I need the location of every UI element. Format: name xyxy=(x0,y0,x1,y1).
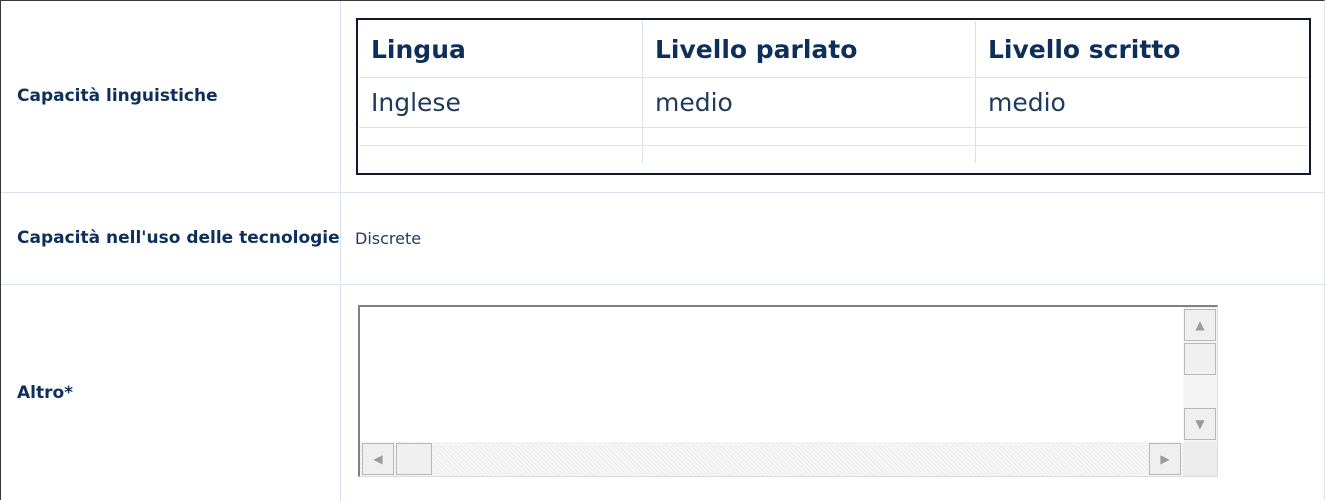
table-row xyxy=(359,127,1308,146)
language-cell: Inglese xyxy=(359,77,643,127)
other-value-cell: ▲ ▼ ◀ ▶ xyxy=(342,285,1324,501)
technology-label: Capacità nell'uso delle tecnologie xyxy=(9,193,341,283)
table-row: Inglese medio medio xyxy=(359,77,1308,128)
language-cell xyxy=(359,145,643,163)
triangle-left-icon[interactable]: ◀ xyxy=(362,443,394,475)
other-label: Altro* xyxy=(9,285,341,501)
written-level-cell: medio xyxy=(988,87,1066,117)
column-header-spoken-level: Livello parlato xyxy=(643,21,976,77)
vertical-scrollbar[interactable]: ▲ ▼ xyxy=(1183,307,1217,442)
languages-table-header: Lingua Livello parlato Livello scritto xyxy=(359,21,1308,78)
technology-value: Discrete xyxy=(355,228,422,248)
column-header-language: Lingua xyxy=(359,21,643,77)
column-header-written-level: Livello scritto xyxy=(988,34,1181,64)
languages-label: Capacità linguistiche xyxy=(9,1,341,191)
table-row xyxy=(359,145,1308,163)
spoken-level-cell: medio xyxy=(643,77,976,127)
triangle-up-icon[interactable]: ▲ xyxy=(1184,309,1216,341)
horizontal-scroll-thumb[interactable] xyxy=(396,443,432,475)
languages-row: Capacità linguistiche Lingua Livello par… xyxy=(1,1,1324,191)
vertical-scroll-thumb[interactable] xyxy=(1184,343,1216,375)
written-level-cell xyxy=(976,145,1308,163)
other-textarea[interactable]: ▲ ▼ ◀ ▶ xyxy=(358,305,1218,477)
other-row: Altro* ▲ ▼ ◀ ▶ xyxy=(1,285,1324,501)
language-cell xyxy=(359,127,643,145)
spoken-level-cell xyxy=(643,127,976,145)
technology-value-cell: Discrete xyxy=(342,193,1324,283)
triangle-down-icon[interactable]: ▼ xyxy=(1184,408,1216,440)
written-level-cell xyxy=(976,127,1308,145)
spoken-level-cell xyxy=(643,145,976,163)
languages-value-cell: Lingua Livello parlato Livello scritto I… xyxy=(342,1,1324,191)
scrollbar-corner xyxy=(1183,442,1217,476)
form-panel: Capacità linguistiche Lingua Livello par… xyxy=(0,0,1325,501)
triangle-right-icon[interactable]: ▶ xyxy=(1149,443,1181,475)
technology-row: Capacità nell'uso delle tecnologie Discr… xyxy=(1,193,1324,283)
horizontal-scrollbar[interactable]: ◀ ▶ xyxy=(360,442,1183,476)
languages-table: Lingua Livello parlato Livello scritto I… xyxy=(356,18,1311,175)
